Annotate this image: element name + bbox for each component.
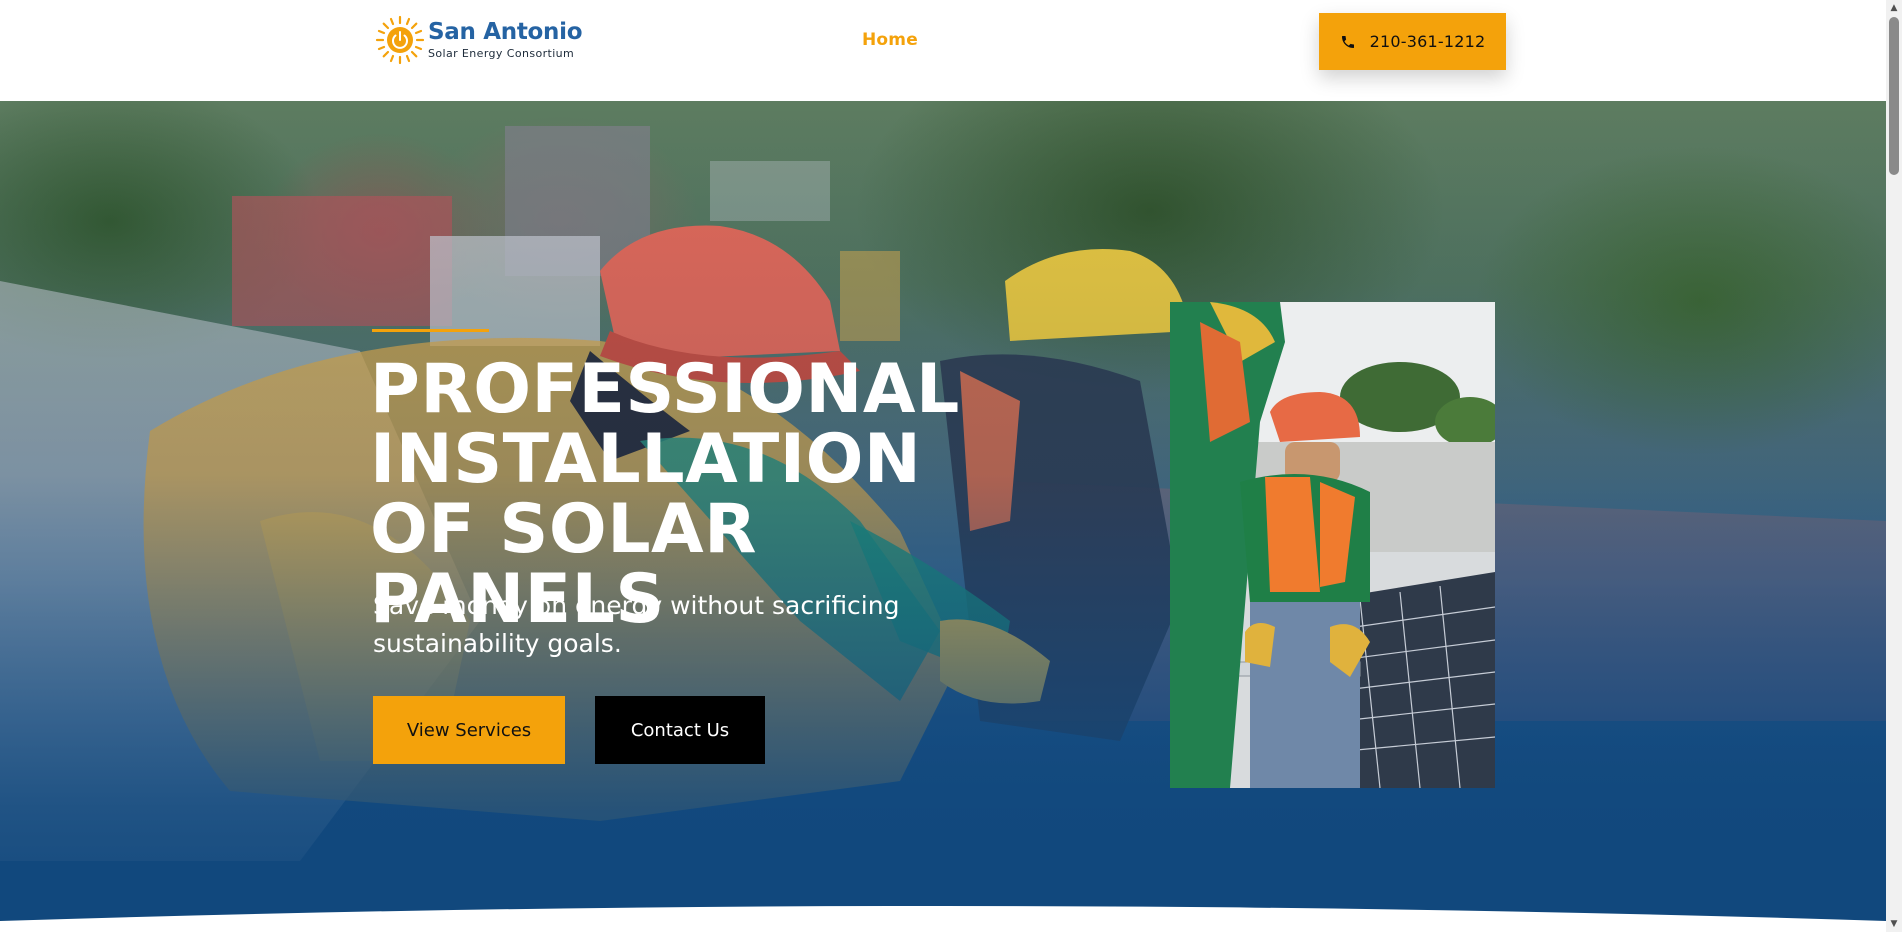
logo-subtitle: Solar Energy Consortium xyxy=(428,47,575,60)
installer-photo-image xyxy=(1170,302,1495,788)
hero-bottom-curve xyxy=(0,906,1886,932)
site-header: San Antonio Solar Energy Consortium Home… xyxy=(0,0,1886,101)
hero-accent-line xyxy=(372,329,489,332)
scrollbar-thumb[interactable] xyxy=(1889,17,1899,175)
page-scrollbar[interactable]: ▲ ▼ xyxy=(1886,0,1902,932)
phone-number: 210-361-1212 xyxy=(1369,32,1486,51)
installer-photo xyxy=(1170,302,1495,788)
contact-us-button[interactable]: Contact Us xyxy=(595,696,765,764)
logo-title: San Antonio xyxy=(428,19,583,45)
scroll-up-arrow-icon[interactable]: ▲ xyxy=(1886,0,1902,16)
scroll-down-arrow-icon[interactable]: ▼ xyxy=(1886,916,1902,932)
phone-call-button[interactable]: 210-361-1212 xyxy=(1319,13,1506,70)
nav-link-home[interactable]: Home xyxy=(862,30,918,50)
view-services-button[interactable]: View Services xyxy=(373,696,565,764)
site-logo[interactable]: San Antonio Solar Energy Consortium xyxy=(374,14,583,66)
sun-power-icon xyxy=(375,15,425,65)
hero-subtitle: Save money on energy without sacrificing… xyxy=(373,591,900,658)
phone-icon xyxy=(1341,35,1354,48)
